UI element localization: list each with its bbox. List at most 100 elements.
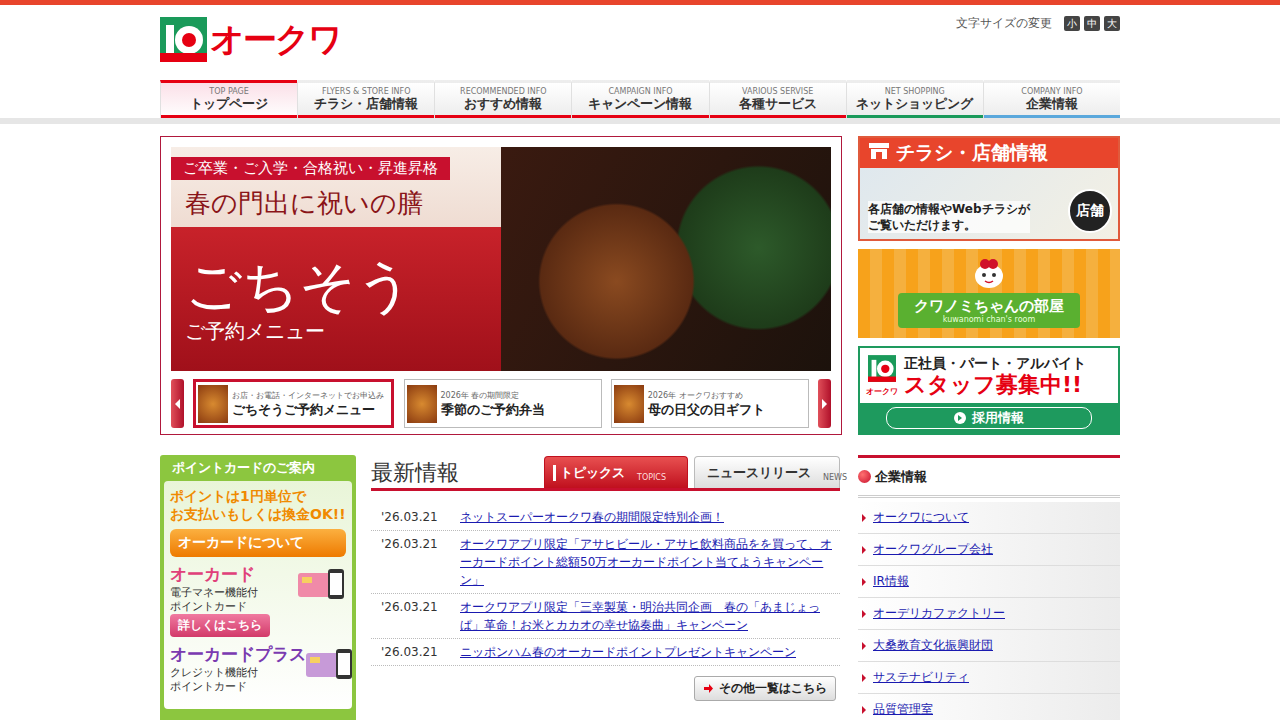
font-size-button[interactable]: 大 bbox=[1104, 16, 1120, 31]
news-tabs: トピックスTOPICSニュースリリースNEWS bbox=[544, 456, 840, 488]
thumb-text: お店・お電話・インターネットでお申込みごちそうご予約メニュー bbox=[232, 390, 384, 418]
bullet-icon bbox=[862, 578, 866, 586]
banner-thumb[interactable]: 2026年 春の期間限定季節のご予約弁当 bbox=[404, 379, 602, 428]
news-tab[interactable]: トピックスTOPICS bbox=[544, 456, 688, 488]
nav-tab[interactable]: TOP PAGEトップページ bbox=[160, 80, 297, 118]
banner-title: 春の門出に祝いの膳 bbox=[171, 180, 501, 223]
tab-en: RECOMMENDED INFO bbox=[460, 87, 547, 96]
font-size-label: 文字サイズの変更 bbox=[956, 15, 1052, 32]
recruit-button[interactable]: 採用情報 bbox=[886, 407, 1092, 429]
card-desc: ポイントカード bbox=[170, 680, 306, 694]
banner-bottom: ごちそうご予約メニュー bbox=[171, 227, 501, 371]
company-link[interactable]: オークワについて bbox=[873, 509, 969, 526]
flyer-text: 各店舗の情報やWebチラシがご覧いただけます。 bbox=[868, 201, 1030, 233]
card-detail-button[interactable]: 詳しくはこちら bbox=[170, 614, 270, 637]
company-link[interactable]: オークワグループ会社 bbox=[873, 541, 993, 558]
arrow-icon bbox=[958, 415, 962, 421]
company-item: オークワグループ会社 bbox=[858, 534, 1120, 566]
banner-thumb[interactable]: 2026年 オークワおすすめ母の日父の日ギフト bbox=[611, 379, 809, 428]
tab-ja: チラシ・店舗情報 bbox=[314, 96, 418, 112]
right-banners: チラシ・店舗情報各店舗の情報やWebチラシがご覧いただけます。店舗クワノミちゃん… bbox=[858, 136, 1120, 435]
card-text: オーカードプラスクレジット機能付ポイントカード bbox=[170, 643, 306, 694]
lower-wrap: ポイントカードのご案内ポイントは1円単位でお支払いもしくは換金OK!! オーカード… bbox=[160, 455, 1120, 720]
news-date: '26.03.21 bbox=[371, 643, 460, 661]
news-tab[interactable]: ニュースリリースNEWS bbox=[694, 456, 840, 488]
kuwanomi-banner[interactable]: クワノミちゃんの部屋kuwanomi chan's room bbox=[858, 249, 1120, 338]
thumb-label: 母の日父の日ギフト bbox=[648, 401, 765, 418]
tab-ja: おすすめ情報 bbox=[464, 96, 542, 112]
prev-button[interactable] bbox=[171, 379, 184, 428]
kuwanomi-sub: kuwanomi chan's room bbox=[943, 315, 1035, 324]
news-tab-label: ニュースリリース bbox=[707, 464, 811, 482]
nav-tab[interactable]: RECOMMENDED INFOおすすめ情報 bbox=[434, 80, 571, 118]
news-date: '26.03.21 bbox=[371, 508, 460, 526]
news-link[interactable]: ネットスーパーオークワ春の期間限定特別企画！ bbox=[460, 508, 840, 526]
nav-tab[interactable]: COMPANY INFO企業情報 bbox=[983, 80, 1120, 118]
news-link[interactable]: オークワアプリ限定「三幸製菓・明治共同企画 春の「あまじょっぱ」革命！お米とカカ… bbox=[460, 598, 840, 634]
company-link[interactable]: サステナビリティ bbox=[873, 669, 969, 686]
thumb-row: お店・お電話・インターネットでお申込みごちそうご予約メニュー 2026年 春の期間… bbox=[171, 379, 831, 428]
point-card-title: ポイントカードのご案内 bbox=[164, 455, 352, 481]
nav-tab[interactable]: NET SHOPPINGネットショッピング bbox=[846, 80, 983, 118]
card-desc: ポイントカード bbox=[170, 600, 270, 614]
company-item: 品質管理室 bbox=[858, 694, 1120, 720]
recruit-banner[interactable]: オークワ正社員・パート・アルバイトスタッフ募集中!!採用情報 bbox=[858, 346, 1120, 435]
company-link[interactable]: オーデリカファクトリー bbox=[873, 605, 1005, 622]
top-bar bbox=[0, 0, 1280, 5]
tab-en: CAMPAIGN INFO bbox=[608, 87, 672, 96]
tab-en: COMPANY INFO bbox=[1021, 87, 1082, 96]
kuwanomi-character-icon bbox=[972, 259, 1006, 293]
recruit-headline: スタッフ募集中!! bbox=[904, 372, 1086, 398]
flyer-title: チラシ・店舗情報 bbox=[896, 140, 1048, 166]
store-icon bbox=[868, 142, 890, 164]
point-note: ポイントは1円単位でお支払いもしくは換金OK!! bbox=[170, 487, 346, 523]
company-item: 大桑教育文化振興財団 bbox=[858, 630, 1120, 662]
recruit-logo: オークワ bbox=[866, 355, 898, 397]
news-tab-label: トピックス bbox=[560, 464, 625, 482]
company-link[interactable]: IR情報 bbox=[873, 573, 909, 590]
point-card-icon bbox=[306, 643, 354, 699]
news-date: '26.03.21 bbox=[371, 598, 460, 634]
tab-stripe bbox=[847, 115, 983, 118]
main-banner[interactable]: ご卒業・ご入学・合格祝い・昇進昇格春の門出に祝いの膳ごちそうご予約メニュー bbox=[171, 147, 831, 371]
card-block[interactable]: オーカードプラスクレジット機能付ポイントカード bbox=[170, 643, 346, 699]
main-row: ご卒業・ご入学・合格祝い・昇進昇格春の門出に祝いの膳ごちそうご予約メニューお店・… bbox=[160, 136, 1120, 435]
banner-photo bbox=[501, 147, 831, 371]
bullet-icon bbox=[862, 610, 866, 618]
flyer-banner[interactable]: チラシ・店舗情報各店舗の情報やWebチラシがご覧いただけます。店舗 bbox=[858, 136, 1120, 241]
card-text: オーカード電子マネー機能付ポイントカード詳しくはこちら bbox=[170, 563, 270, 637]
nav-tab[interactable]: FLYERS & STORE INFOチラシ・店舗情報 bbox=[297, 80, 434, 118]
news-link[interactable]: オークワアプリ限定「アサヒビール・アサヒ飲料商品をを買って、オーカードポイント総… bbox=[460, 535, 840, 589]
more-button[interactable]: その他一覧はこちら bbox=[694, 676, 836, 701]
font-size-control: 文字サイズの変更小中大 bbox=[956, 15, 1120, 32]
tab-bar bbox=[553, 465, 556, 481]
font-size-button[interactable]: 中 bbox=[1084, 16, 1100, 31]
point-card-box: ポイントカードのご案内ポイントは1円単位でお支払いもしくは換金OK!! オーカード… bbox=[160, 455, 356, 720]
thumb-small: 2026年 春の期間限定 bbox=[441, 390, 545, 401]
next-button[interactable] bbox=[818, 379, 831, 428]
card-name: オーカード bbox=[170, 563, 270, 586]
recruit-logo-text: オークワ bbox=[866, 386, 898, 397]
news-link[interactable]: ニッポンハム春のオーカードポイントプレゼントキャンペーン bbox=[460, 643, 840, 661]
about-card-button[interactable]: オーカードについて bbox=[170, 529, 346, 557]
banner-thumb[interactable]: お店・お電話・インターネットでお申込みごちそうご予約メニュー bbox=[193, 379, 394, 428]
company-section: 企業情報オークワについてオークワグループ会社IR情報オーデリカファクトリー大桑教… bbox=[858, 455, 1120, 720]
nav-tab[interactable]: CAMPAIGN INFOキャンペーン情報 bbox=[571, 80, 708, 118]
card-name: オーカードプラス bbox=[170, 643, 306, 666]
banner-headline: ごちそう bbox=[185, 254, 487, 318]
bullet-icon bbox=[862, 674, 866, 682]
news-row: '26.03.21ニッポンハム春のオーカードポイントプレゼントキャンペーン bbox=[371, 639, 840, 666]
tab-ja: 各種サービス bbox=[739, 96, 817, 112]
thumb-label: 季節のご予約弁当 bbox=[441, 401, 545, 418]
logo[interactable]: オークワ bbox=[160, 17, 341, 62]
slider: ご卒業・ご入学・合格祝い・昇進昇格春の門出に祝いの膳ごちそうご予約メニューお店・… bbox=[160, 136, 842, 435]
kuwanomi-ribbon: クワノミちゃんの部屋kuwanomi chan's room bbox=[898, 293, 1080, 328]
card-block[interactable]: オーカード電子マネー機能付ポイントカード詳しくはこちら bbox=[170, 563, 346, 637]
company-link[interactable]: 大桑教育文化振興財団 bbox=[873, 637, 993, 654]
content-wrap: ご卒業・ご入学・合格祝い・昇進昇格春の門出に祝いの膳ごちそうご予約メニューお店・… bbox=[160, 136, 1120, 435]
font-size-button[interactable]: 小 bbox=[1064, 16, 1080, 31]
news-section: 最新情報トピックスTOPICSニュースリリースNEWS'26.03.21ネットス… bbox=[371, 455, 840, 720]
company-item: オークワについて bbox=[858, 502, 1120, 534]
nav-tab[interactable]: VARIOUS SERVISE各種サービス bbox=[709, 80, 846, 118]
company-link[interactable]: 品質管理室 bbox=[873, 701, 933, 718]
